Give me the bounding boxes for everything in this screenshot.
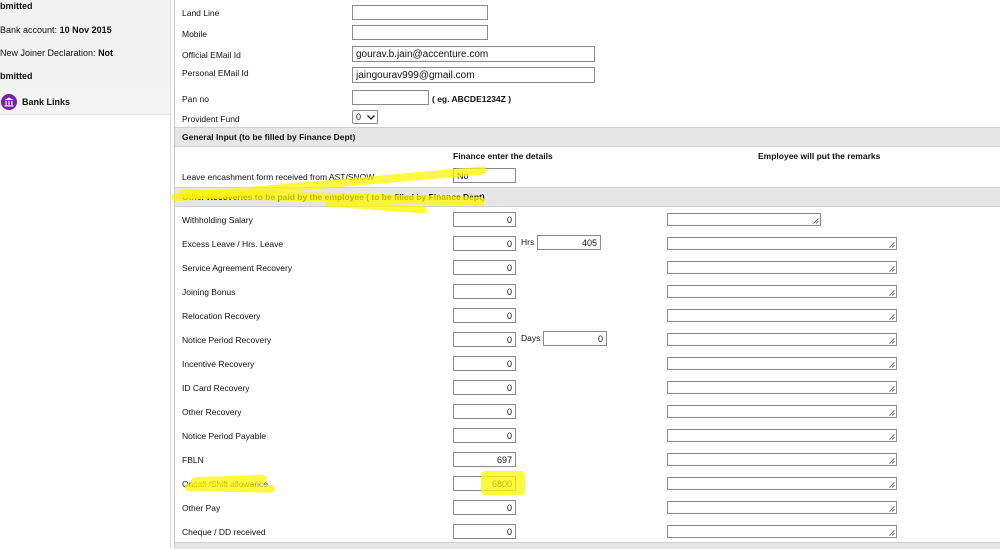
land-line-label: Land Line bbox=[182, 8, 220, 18]
resize-grip-icon[interactable] bbox=[889, 530, 895, 536]
resize-grip-icon[interactable] bbox=[889, 434, 895, 440]
days-label: Days bbox=[521, 333, 541, 343]
recovery-amount-input[interactable] bbox=[453, 428, 516, 443]
dropdown-chevron-icon bbox=[367, 115, 375, 120]
resize-grip-icon[interactable] bbox=[889, 290, 895, 296]
resize-grip-icon[interactable] bbox=[889, 314, 895, 320]
new-joiner-info: New Joiner Declaration: Not bbox=[0, 48, 113, 58]
resize-grip-icon[interactable] bbox=[889, 482, 895, 488]
employee-remark-textarea[interactable] bbox=[667, 525, 897, 538]
sidebar-status-row-2: bmitted bbox=[0, 66, 170, 89]
personal-email-label: Personal EMail Id bbox=[182, 68, 249, 78]
land-line-input[interactable] bbox=[352, 5, 488, 20]
provident-fund-label: Provident Fund bbox=[182, 114, 240, 124]
employee-remark-textarea[interactable] bbox=[667, 501, 897, 514]
recovery-amount-input[interactable] bbox=[453, 404, 516, 419]
recovery-label: Withholding Salary bbox=[182, 215, 253, 225]
sidebar-bank-links[interactable]: Bank Links bbox=[0, 88, 170, 115]
employee-remark-textarea[interactable] bbox=[667, 405, 897, 418]
recovery-label: Joining Bonus bbox=[182, 287, 236, 297]
bank-account-date: 10 Nov 2015 bbox=[59, 25, 112, 35]
employee-remark-textarea[interactable] bbox=[667, 261, 897, 274]
general-input-section-header: General Input (to be filled by Finance D… bbox=[175, 127, 1000, 147]
recovery-label: Excess Leave / Hrs. Leave bbox=[182, 239, 284, 249]
recovery-amount-input[interactable] bbox=[453, 356, 516, 371]
recovery-amount-input[interactable] bbox=[453, 284, 516, 299]
resize-grip-icon[interactable] bbox=[889, 410, 895, 416]
recovery-label: Notice Period Payable bbox=[182, 431, 267, 441]
employee-column-header: Employee will put the remarks bbox=[758, 151, 881, 161]
sidebar-status-text-2: bmitted bbox=[0, 71, 33, 81]
new-joiner-value: Not bbox=[98, 48, 114, 58]
employee-remark-textarea[interactable] bbox=[667, 477, 897, 490]
recovery-label: Relocation Recovery bbox=[182, 311, 261, 321]
employee-remark-textarea[interactable] bbox=[667, 237, 897, 250]
provident-fund-value: 0 bbox=[356, 112, 362, 122]
recovery-amount-input[interactable] bbox=[453, 212, 516, 227]
sidebar-status-row-1: bmitted bbox=[0, 0, 170, 21]
highlight-stroke bbox=[481, 471, 525, 495]
recovery-label: Other Recovery bbox=[182, 407, 242, 417]
recovery-amount-input[interactable] bbox=[453, 380, 516, 395]
resize-grip-icon[interactable] bbox=[889, 362, 895, 368]
recovery-amount-input[interactable] bbox=[453, 500, 516, 515]
left-sidebar: bmitted Bank account: 10 Nov 2015 New Jo… bbox=[0, 0, 171, 548]
recovery-label: Incentive Recovery bbox=[182, 359, 255, 369]
resize-grip-icon[interactable] bbox=[889, 338, 895, 344]
bank-account-info: Bank account: 10 Nov 2015 bbox=[0, 25, 112, 35]
recovery-amount-input[interactable] bbox=[453, 260, 516, 275]
recovery-amount-input[interactable] bbox=[453, 332, 516, 347]
employee-remark-textarea[interactable] bbox=[667, 213, 821, 226]
recovery-amount-input[interactable] bbox=[453, 308, 516, 323]
finance-column-header: Finance enter the details bbox=[453, 151, 553, 161]
employee-remark-textarea[interactable] bbox=[667, 285, 897, 298]
employee-remark-textarea[interactable] bbox=[667, 309, 897, 322]
recovery-amount-input[interactable] bbox=[453, 236, 516, 251]
bank-account-label: Bank account: bbox=[0, 25, 58, 35]
employee-remark-textarea[interactable] bbox=[667, 429, 897, 442]
employee-remark-textarea[interactable] bbox=[667, 453, 897, 466]
employee-remark-textarea[interactable] bbox=[667, 333, 897, 346]
sidebar-status-text: bmitted bbox=[0, 1, 33, 11]
mobile-label: Mobile bbox=[182, 29, 208, 39]
recovery-label: Cheque / DD received bbox=[182, 527, 266, 537]
recovery-amount-input[interactable] bbox=[453, 452, 516, 467]
days-input[interactable] bbox=[543, 331, 607, 346]
bank-links-label: Bank Links bbox=[22, 97, 71, 107]
highlight-stroke bbox=[184, 483, 276, 493]
resize-grip-icon[interactable] bbox=[889, 242, 895, 248]
employee-remark-textarea[interactable] bbox=[667, 357, 897, 370]
resize-grip-icon[interactable] bbox=[889, 458, 895, 464]
recovery-label: Other Pay bbox=[182, 503, 221, 513]
resize-grip-icon[interactable] bbox=[889, 506, 895, 512]
resize-grip-icon[interactable] bbox=[889, 266, 895, 272]
recovery-label: FBLN bbox=[182, 455, 204, 465]
pan-format-hint: ( eg. ABCDE1234Z ) bbox=[432, 94, 512, 104]
recovery-label: Service Agreement Recovery bbox=[182, 263, 293, 273]
pan-input[interactable] bbox=[352, 90, 429, 105]
sidebar-bank-account-row: Bank account: 10 Nov 2015 bbox=[0, 20, 170, 43]
official-email-label: Official EMail Id bbox=[182, 50, 241, 60]
sidebar-new-joiner-row: New Joiner Declaration: Not bbox=[0, 42, 170, 67]
new-joiner-label: New Joiner Declaration: bbox=[0, 48, 96, 58]
recovery-label: Notice Period Recovery bbox=[182, 335, 272, 345]
general-input-title: General Input (to be filled by Finance D… bbox=[182, 132, 356, 142]
resize-grip-icon[interactable] bbox=[889, 386, 895, 392]
provident-fund-select[interactable]: 0 bbox=[352, 110, 378, 124]
hrs-input[interactable] bbox=[537, 235, 601, 250]
mobile-input[interactable] bbox=[352, 25, 488, 40]
bank-icon bbox=[1, 94, 17, 110]
official-email-input[interactable] bbox=[352, 46, 595, 62]
recovery-label: ID Card Recovery bbox=[182, 383, 250, 393]
recovery-amount-input[interactable] bbox=[453, 524, 516, 539]
employee-form: Land Line Mobile Official EMail Id Perso… bbox=[171, 0, 1000, 549]
hrs-label: Hrs bbox=[521, 237, 535, 247]
pan-label: Pan no bbox=[182, 94, 209, 104]
resize-grip-icon[interactable] bbox=[813, 218, 819, 224]
personal-email-input[interactable] bbox=[352, 67, 595, 83]
employee-remark-textarea[interactable] bbox=[667, 381, 897, 394]
